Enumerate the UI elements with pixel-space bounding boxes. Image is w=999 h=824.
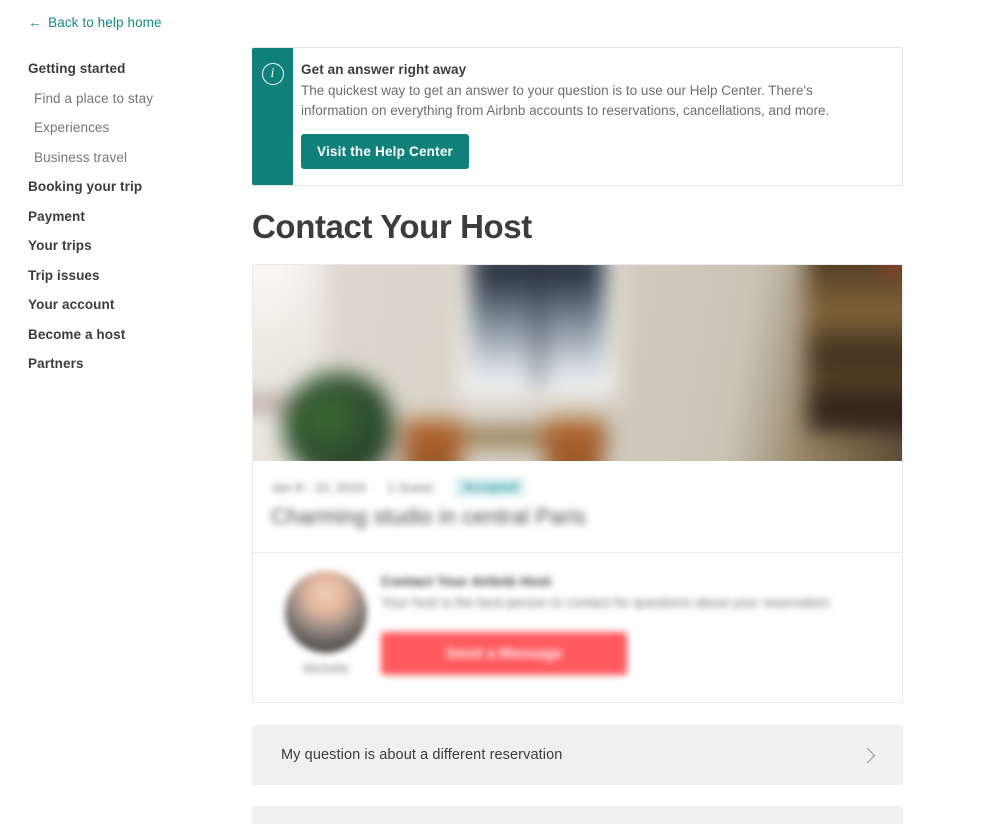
send-a-message-button[interactable]: Send a Message	[381, 632, 627, 675]
option-row-host-unable-to-answer[interactable]: My host wasn't able to answer my questio…	[252, 806, 903, 824]
hero-chair-left	[403, 419, 461, 461]
listing-hero-image	[253, 265, 902, 461]
sidebar-item-booking-your-trip[interactable]: Booking your trip	[28, 180, 250, 210]
option-row-different-reservation[interactable]: My question is about a different reserva…	[252, 725, 903, 785]
sidebar-item-your-account[interactable]: Your account	[28, 298, 250, 328]
sidebar-item-find-a-place-to-stay[interactable]: Find a place to stay	[28, 92, 250, 122]
reservation-dates: Jan 8 - 15, 2019	[271, 480, 365, 495]
help-article-page: ← Back to help home Getting started Find…	[0, 0, 999, 824]
reservation-meta: Jan 8 - 15, 2019 · 1 Guest · Accepted Ch…	[253, 461, 902, 553]
host-section-title: Contact Your Airbnb Host	[381, 573, 884, 589]
hero-blur-layer	[253, 265, 902, 461]
sidebar-item-payment[interactable]: Payment	[28, 210, 250, 240]
info-circle-icon: i	[262, 63, 284, 85]
hero-candle	[888, 265, 898, 271]
option-label: My question is about a different reserva…	[281, 747, 562, 763]
visit-help-center-button[interactable]: Visit the Help Center	[301, 134, 469, 169]
back-link-label: Back to help home	[48, 15, 162, 30]
arrow-left-icon: ←	[28, 15, 42, 29]
banner-accent-stripe: i	[252, 48, 293, 185]
meta-separator-2: ·	[442, 480, 446, 495]
back-to-help-home-link[interactable]: ← Back to help home	[28, 15, 162, 30]
chevron-right-icon	[860, 748, 876, 764]
banner-text: The quickest way to get an answer to you…	[301, 81, 879, 120]
sidebar-item-trip-issues[interactable]: Trip issues	[28, 269, 250, 299]
meta-separator-1: ·	[374, 480, 378, 495]
listing-title: Charming studio in central Paris	[271, 504, 884, 530]
main-content: i Get an answer right away The quickest …	[252, 0, 903, 824]
avatar	[285, 571, 367, 653]
page-title: Contact Your Host	[252, 209, 903, 245]
help-center-banner: i Get an answer right away The quickest …	[252, 47, 903, 186]
reservation-summary-line: Jan 8 - 15, 2019 · 1 Guest · Accepted	[271, 477, 884, 497]
hero-chair-right	[545, 419, 603, 461]
sidebar-item-business-travel[interactable]: Business travel	[28, 151, 250, 181]
status-badge: Accepted	[455, 477, 525, 497]
sidebar-nav: Getting started Find a place to stay Exp…	[28, 62, 250, 387]
sidebar-item-experiences[interactable]: Experiences	[28, 121, 250, 151]
hero-window	[459, 265, 617, 399]
reservation-guests: 1 Guest	[387, 480, 433, 495]
hero-plant	[283, 373, 393, 461]
hero-shelf	[807, 265, 902, 431]
sidebar-item-partners[interactable]: Partners	[28, 357, 250, 387]
sidebar-item-your-trips[interactable]: Your trips	[28, 239, 250, 269]
banner-title: Get an answer right away	[301, 62, 884, 77]
host-details: Contact Your Airbnb Host Your host is th…	[381, 571, 884, 676]
sidebar: ← Back to help home Getting started Find…	[0, 0, 250, 387]
sidebar-item-getting-started[interactable]: Getting started	[28, 62, 250, 92]
host-section: Michelle Contact Your Airbnb Host Your h…	[253, 553, 902, 702]
host-section-subtitle: Your host is the best person to contact …	[381, 595, 884, 610]
sidebar-item-become-a-host[interactable]: Become a host	[28, 328, 250, 358]
host-name: Michelle	[271, 662, 381, 676]
banner-body: Get an answer right away The quickest wa…	[293, 48, 902, 185]
reservation-card: Jan 8 - 15, 2019 · 1 Guest · Accepted Ch…	[252, 264, 903, 703]
host-identity: Michelle	[271, 571, 381, 676]
